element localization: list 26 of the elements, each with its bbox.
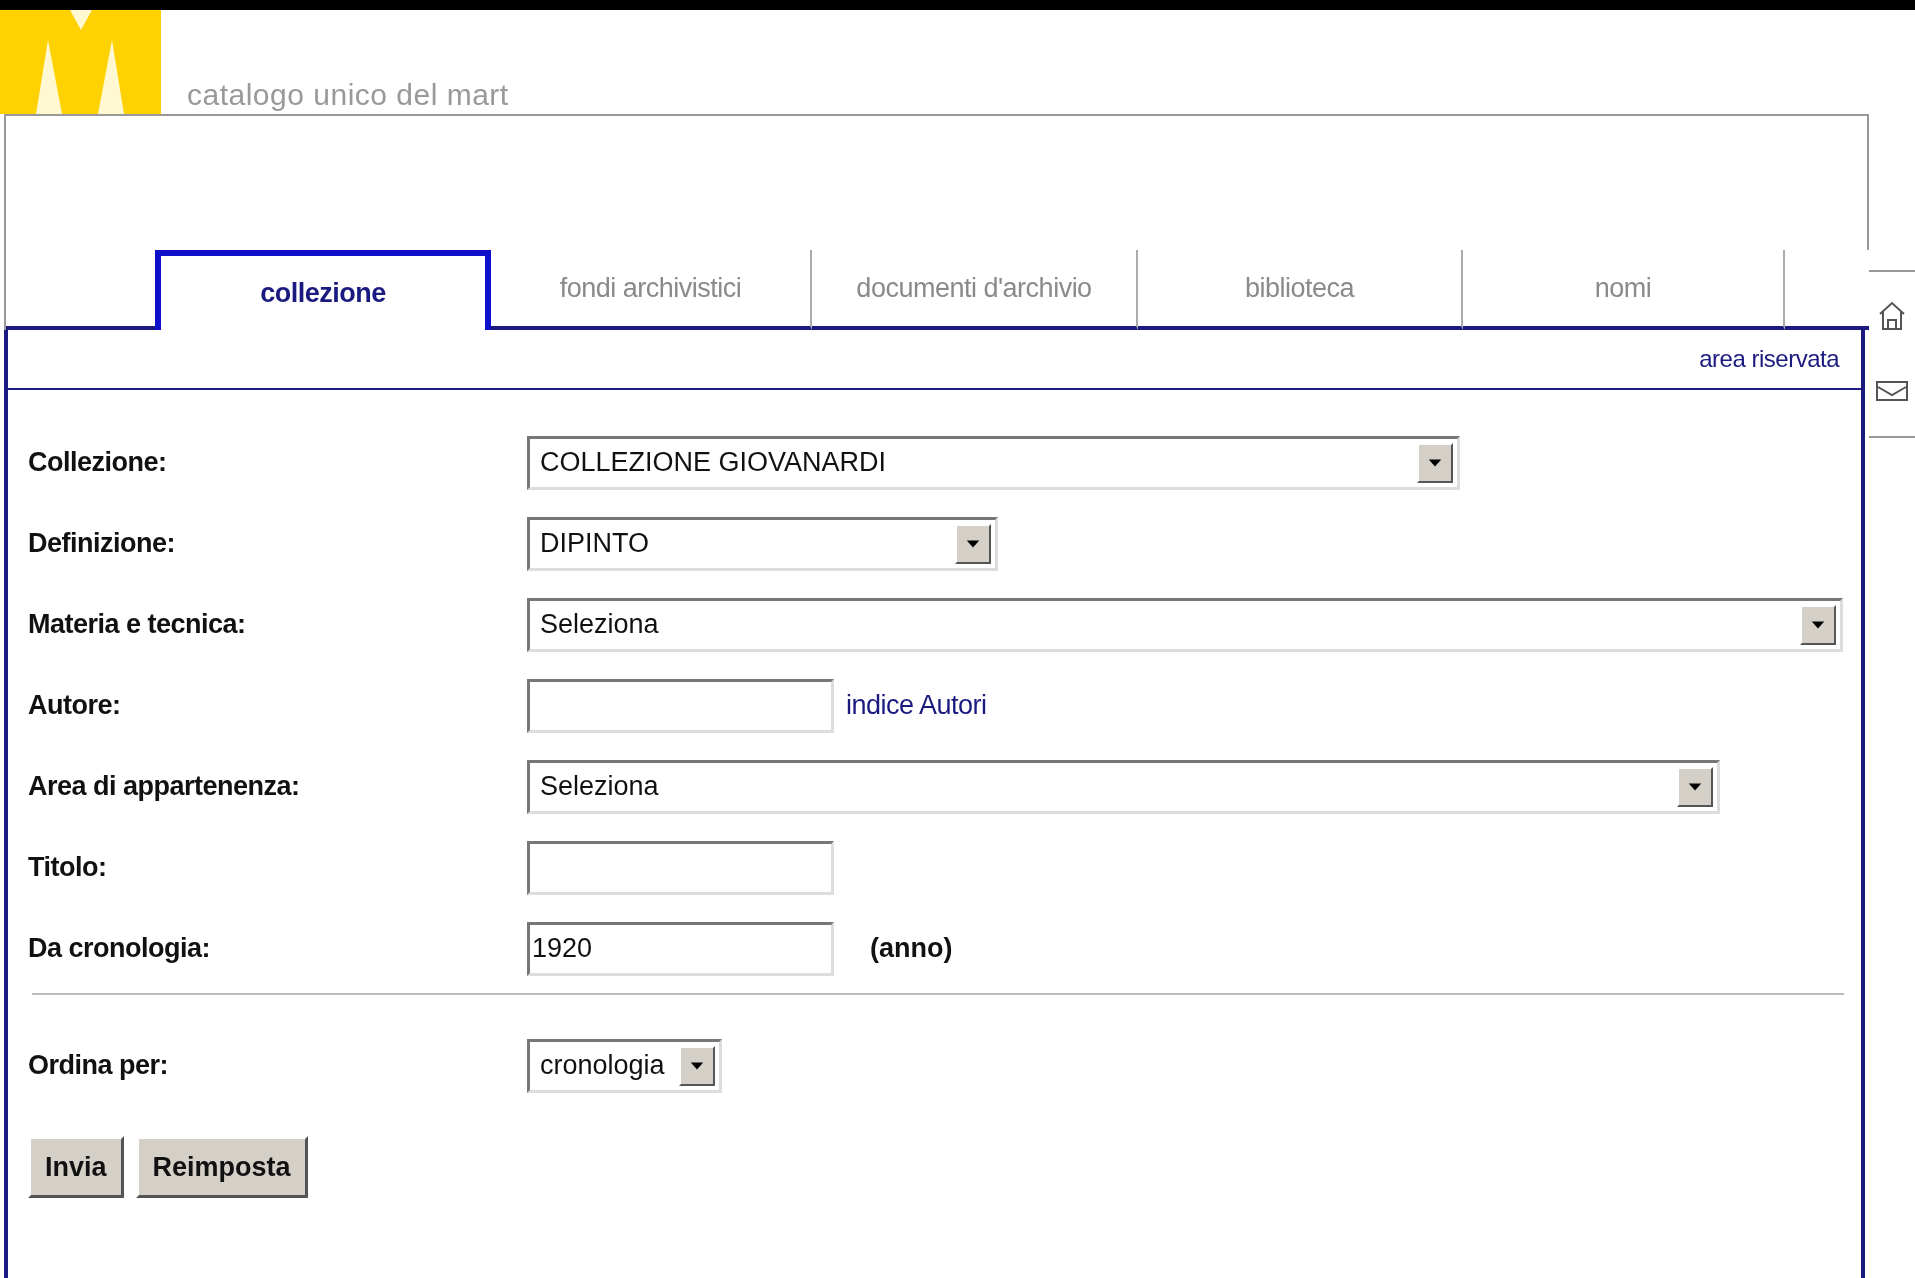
field-label: Definizione: xyxy=(28,527,176,561)
select-field[interactable]: cronologia xyxy=(527,1038,722,1093)
field-label: Collezione: xyxy=(28,446,168,480)
logo-icon xyxy=(0,10,161,114)
submit-button[interactable]: Invia xyxy=(28,1136,124,1198)
mail-icon[interactable] xyxy=(1876,380,1908,402)
select-field[interactable]: Seleziona xyxy=(527,759,1720,814)
field-label: Titolo: xyxy=(28,851,108,885)
unit-label: (anno) xyxy=(870,932,953,966)
input-field[interactable] xyxy=(527,840,834,895)
author-index-link[interactable]: indice Autori xyxy=(846,685,987,726)
field-label: Materia e tecnica: xyxy=(28,608,247,642)
field-label: Ordina per: xyxy=(28,1049,170,1083)
field-label: Da cronologia: xyxy=(28,932,211,966)
site-title: catalogo unico del mart xyxy=(187,80,509,113)
field-label: Area di appartenenza: xyxy=(28,770,301,804)
tab[interactable]: collezione xyxy=(155,250,491,330)
reset-button[interactable]: Reimposta xyxy=(135,1136,308,1198)
home-icon[interactable] xyxy=(1877,300,1907,332)
select-field[interactable]: Seleziona xyxy=(527,597,1843,652)
input-field[interactable] xyxy=(527,678,834,733)
field-label: Autore: xyxy=(28,689,122,723)
reserved-area-link[interactable]: area riservata xyxy=(1699,341,1839,377)
select-field[interactable]: COLLEZIONE GIOVANARDI xyxy=(527,435,1460,490)
select-field[interactable]: DIPINTO xyxy=(527,516,998,571)
input-field[interactable]: 1920 xyxy=(527,921,834,976)
